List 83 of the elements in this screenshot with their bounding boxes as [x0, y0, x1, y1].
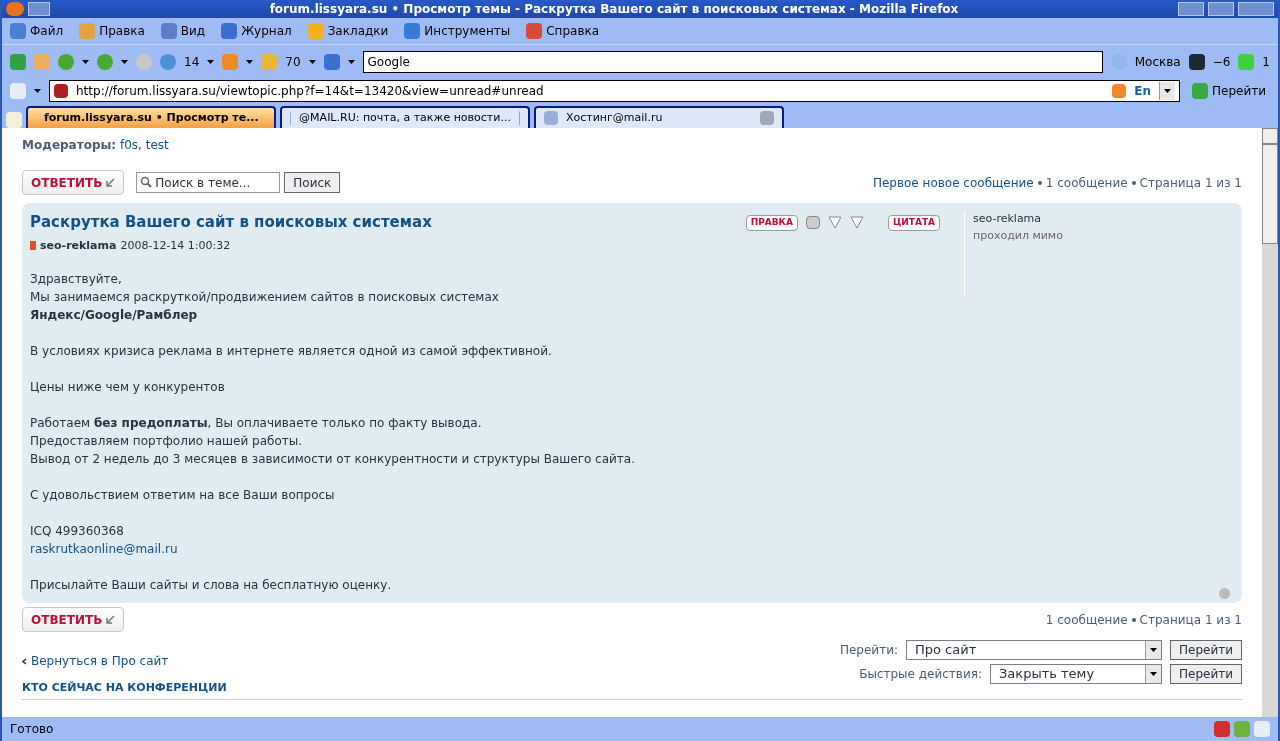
section-heading: КТО СЕЙЧАС НА КОНФЕРЕНЦИИ	[22, 680, 1242, 700]
traffic-level: 1	[1262, 53, 1270, 71]
minimize-button[interactable]	[1178, 2, 1204, 16]
bullet-icon	[1131, 180, 1136, 185]
counter: 14	[184, 53, 200, 71]
city: Москва	[1134, 53, 1181, 71]
top-icon[interactable]	[1219, 588, 1230, 599]
bullet-icon	[1037, 180, 1042, 185]
close-button[interactable]	[1238, 2, 1274, 16]
post-text: Мы занимаемся раскруткой/продвижением сайтов в поисковых системах	[30, 289, 500, 306]
restore-button[interactable]	[1208, 2, 1234, 16]
caret-icon[interactable]	[1150, 648, 1157, 652]
caret-icon[interactable]	[207, 59, 215, 64]
caret-icon[interactable]	[1164, 89, 1171, 93]
post-icon	[30, 241, 36, 251]
first-new-link[interactable]: Первое новое сообщение	[872, 173, 1034, 192]
moderators-label: Модераторы:	[22, 138, 117, 152]
post-count: 1 сообщение	[1045, 174, 1128, 192]
status-text: Готово	[10, 721, 55, 738]
go-button[interactable]: Перейти	[1170, 640, 1242, 660]
forum-select[interactable]: Про сайт	[906, 640, 1162, 660]
action-select[interactable]: Закрыть тему	[990, 664, 1162, 684]
menu-item[interactable]: Файл	[30, 22, 64, 40]
page-info: Страница 1 из 1	[1139, 174, 1242, 192]
search-button[interactable]: Поиск	[284, 172, 341, 193]
go-button[interactable]: Перейти	[1188, 82, 1270, 100]
email-link[interactable]: raskrutkaonline@mail.ru	[30, 540, 964, 558]
temperature: −6	[1212, 53, 1231, 71]
arrow-icon	[106, 615, 116, 624]
bullet-icon	[1131, 617, 1136, 622]
post-text: ICQ 499360368	[30, 523, 125, 540]
post-author[interactable]: seo-reklama	[40, 237, 117, 254]
post-text: Яндекс/Google/Рамблер	[30, 307, 199, 324]
counter: 70	[285, 53, 301, 71]
caret-icon[interactable]	[308, 59, 316, 64]
window-title: forum.lissyara.su • Просмотр темы - Раскрутка Вашего сайт в поисковых системах - Mozilla Firefox	[268, 1, 960, 18]
caret-icon[interactable]	[246, 59, 254, 64]
search-field[interactable]: Google	[362, 50, 1103, 73]
reply-button[interactable]: ОТВЕТИТЬ	[22, 607, 125, 632]
profile-name[interactable]: seo-reklama	[973, 211, 1234, 228]
tab[interactable]: forum.lissyara.su • Просмотр те...	[26, 106, 276, 128]
post-text: Вывод от 2 недель до 3 месяцев в зависимости от конкурентности и структуры Вашего сайта.	[30, 451, 636, 468]
caret-icon[interactable]	[82, 59, 89, 64]
post-text: Присылайте Ваши сайты и слова на бесплатную оценку.	[30, 577, 393, 594]
post-text: Здравствуйте,	[30, 271, 123, 288]
menu-item[interactable]: Инструменты	[424, 22, 511, 40]
tab[interactable]: Хостинг@mail.ru	[534, 106, 784, 128]
post-date: 2008-12-14 1:00:32	[120, 237, 231, 254]
post-text: Работаем без предоплаты, Вы оплачиваете только по факту вывода.	[30, 415, 483, 432]
jump-label: Перейти:	[839, 642, 898, 659]
quote-button[interactable]: ЦИТАТА	[887, 215, 940, 231]
post-text: С удовольствием ответим на все Ваши вопросы	[30, 487, 336, 504]
caret-icon[interactable]	[34, 89, 41, 93]
profile-rank: проходил мимо	[973, 227, 1064, 244]
scrollbar[interactable]	[1262, 128, 1278, 717]
chevron-left-icon	[22, 657, 27, 665]
arrow-icon	[106, 178, 116, 187]
post-text: Предоставляем портфолио нашей работы.	[30, 433, 303, 450]
post-title[interactable]: Раскрутка Вашего сайт в поисковых системах	[30, 211, 746, 234]
reply-button[interactable]: ОТВЕТИТЬ	[22, 170, 125, 195]
topic-search-field[interactable]: Поиск в теме...	[136, 172, 281, 193]
menu-item[interactable]: Закладки	[327, 22, 389, 40]
address-field[interactable]: http://forum.lissyara.su/viewtopic.php?f=14&t=13420&view=unread#unread En	[49, 80, 1180, 102]
quick-actions-label: Быстрые действия:	[859, 666, 982, 683]
page-info: Страница 1 из 1	[1139, 611, 1242, 629]
menu-item[interactable]: Вид	[180, 22, 206, 40]
warning-icon[interactable]	[827, 216, 842, 230]
menu-item[interactable]: Правка	[99, 22, 145, 40]
post-text: Цены ниже чем у конкурентов	[30, 379, 226, 396]
language-indicator[interactable]: En	[1134, 82, 1151, 100]
go-button[interactable]: Перейти	[1170, 664, 1242, 684]
tab[interactable]: @MAIL.RU: почта, а также новости...	[280, 106, 530, 128]
caret-icon[interactable]	[121, 59, 128, 64]
menu-item[interactable]: Справка	[546, 22, 600, 40]
edit-button[interactable]: ПРАВКА	[745, 215, 798, 231]
back-link[interactable]: Вернуться в Про сайт	[31, 652, 169, 670]
moderator-links[interactable]: f0s, test	[120, 138, 169, 152]
post-text: В условиях кризиса реклама в интернете является одной из самой эффективной.	[30, 343, 553, 360]
window-menu-icon[interactable]	[28, 2, 50, 16]
menu-item[interactable]: Журнал	[241, 22, 292, 40]
caret-icon[interactable]	[347, 59, 355, 64]
post-count: 1 сообщение	[1045, 611, 1128, 629]
caret-icon[interactable]	[1150, 672, 1157, 676]
